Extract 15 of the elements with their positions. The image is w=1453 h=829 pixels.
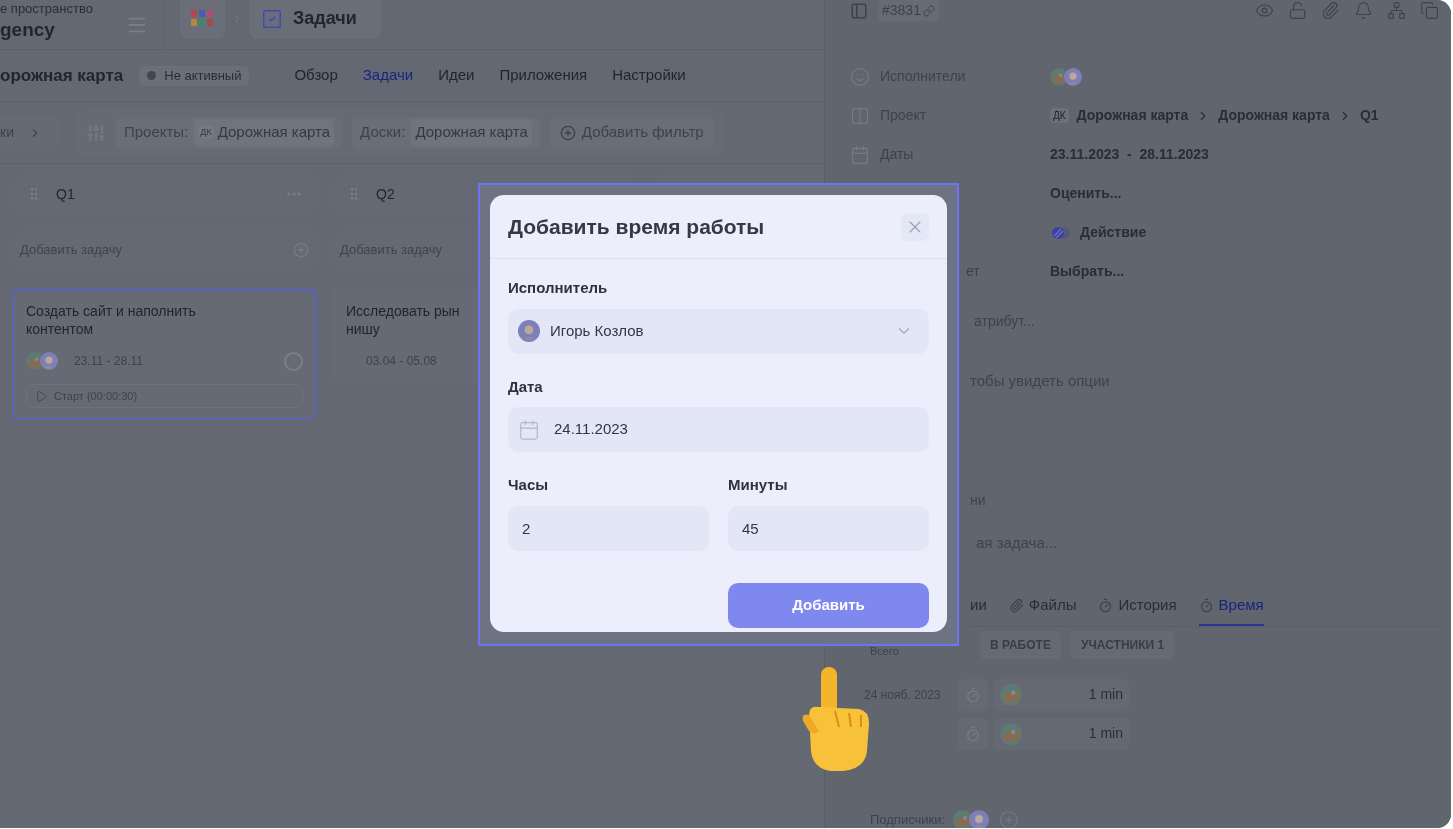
workspace-caption: е пространство	[0, 0, 94, 17]
column-title: Q2	[376, 184, 396, 204]
column-title: Q1	[56, 184, 76, 204]
task-title: Исследовать рын	[346, 302, 460, 320]
task-title: Создать сайт и наполнить	[26, 302, 196, 320]
field-label: Минуты	[728, 475, 789, 495]
task-title: контентом	[26, 320, 94, 338]
task-title: нишу	[346, 320, 380, 338]
workspace-name: gency	[0, 17, 56, 42]
project-title: орожная карта	[0, 64, 124, 87]
dialog-title: Добавить время работы	[508, 213, 765, 240]
field-label: Часы	[508, 475, 550, 495]
field-label: Исполнитель	[508, 278, 609, 298]
project-badge: ДК	[1050, 108, 1069, 123]
field-label: Дата	[508, 376, 544, 397]
